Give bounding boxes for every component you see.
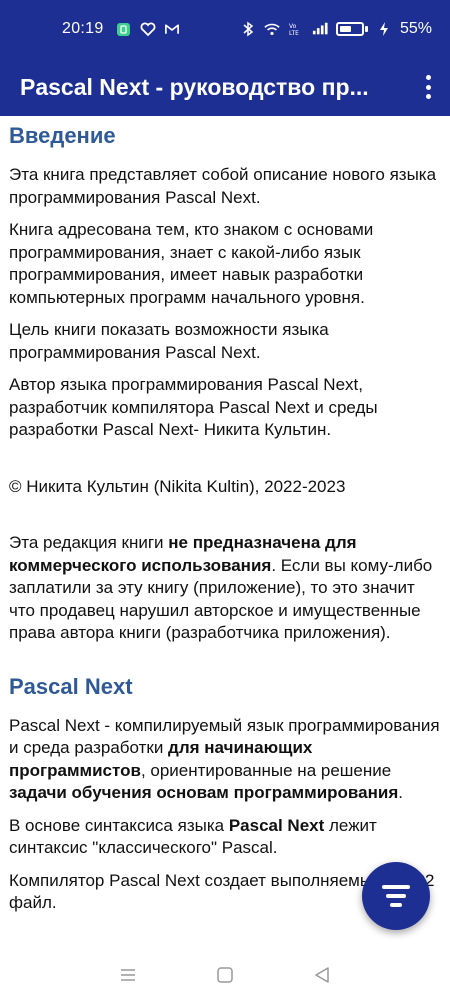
app-notification-icon: [116, 21, 132, 37]
heart-icon: [140, 21, 156, 37]
paragraph: Pascal Next - компилируемый язык програм…: [9, 715, 440, 803]
charging-icon: [376, 21, 392, 37]
paragraph: Автор языка программирования Pascal Next…: [9, 375, 378, 439]
back-icon[interactable]: [310, 963, 334, 987]
sort-filter-fab[interactable]: [362, 862, 430, 930]
paragraph: В основе синтаксиса языка Pascal Next ле…: [9, 815, 377, 858]
app-bar: Pascal Next - руководство пр...: [0, 58, 450, 116]
volte-icon: Vo LTE: [288, 21, 304, 37]
battery-percentage: 55%: [399, 20, 432, 37]
system-nav-bar: [0, 950, 450, 1000]
system-icons: Vo LTE 55%: [240, 20, 432, 38]
bluetooth-icon: [240, 21, 256, 37]
overflow-menu-icon[interactable]: [420, 72, 436, 102]
notification-icons: [116, 21, 180, 37]
sort-filter-icon: [382, 885, 410, 907]
section-title-pascal-next: Pascal Next: [9, 673, 133, 699]
paragraph: Книга адресована тем, кто знаком с основ…: [9, 220, 374, 307]
battery-icon: [335, 22, 368, 36]
section-title-introduction: Введение: [9, 123, 116, 148]
mail-icon: [164, 21, 180, 37]
license-notice: Эта редакция книги не предназначена для …: [9, 533, 433, 642]
app-title: Pascal Next - руководство пр...: [20, 73, 369, 100]
svg-text:LTE: LTE: [289, 30, 299, 36]
home-icon[interactable]: [213, 963, 237, 987]
paragraph: Цель книги показать возможности языка пр…: [9, 320, 329, 362]
recent-apps-icon[interactable]: [116, 963, 140, 987]
wifi-icon: [264, 21, 280, 37]
paragraph: Эта книга представляет собой описание но…: [9, 165, 437, 207]
signal-icon: [312, 21, 328, 37]
book-content[interactable]: Введение Эта книга представляет собой оп…: [0, 116, 450, 950]
status-time: 20:19: [62, 20, 104, 37]
status-bar: 20:19 Vo LTE 55%: [0, 0, 450, 58]
svg-text:Vo: Vo: [289, 23, 297, 30]
copyright-text: © Никита Культин (Nikita Kultin), 2022-2…: [9, 476, 346, 496]
